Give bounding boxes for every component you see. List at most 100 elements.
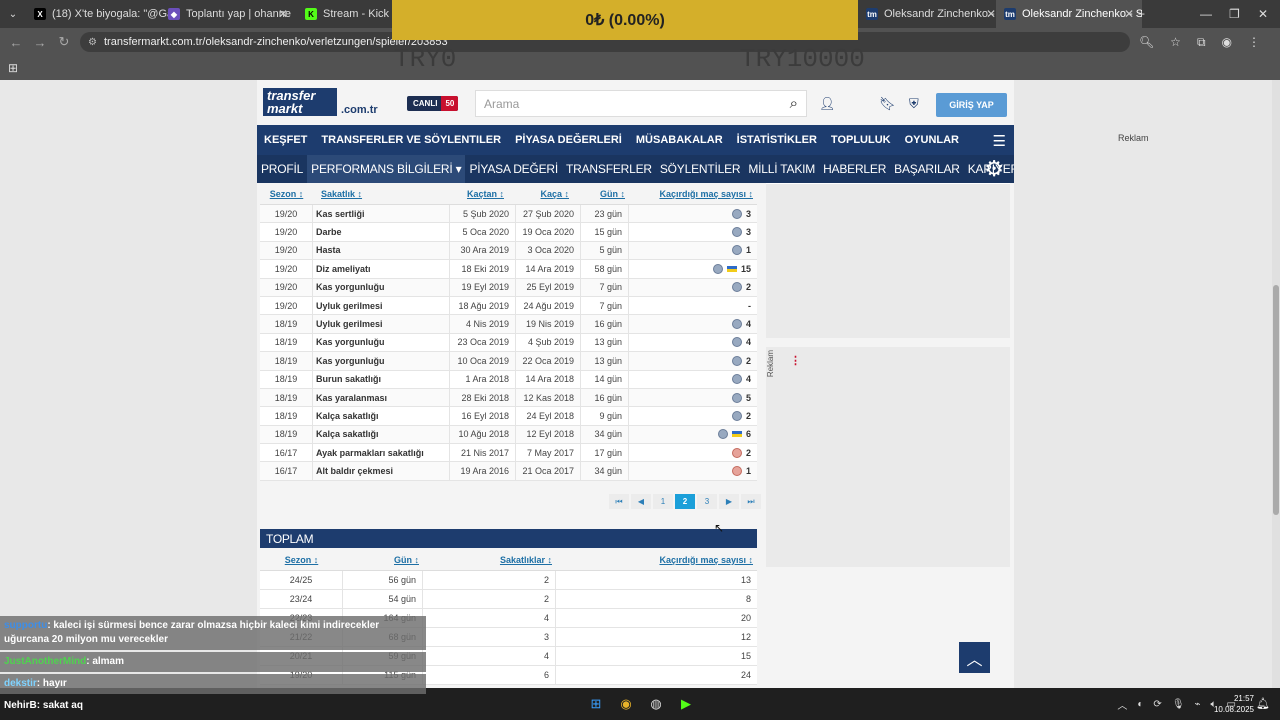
col-from[interactable]: Kaçtan ↕ (450, 183, 516, 204)
manchester-city-crest-icon[interactable] (717, 429, 728, 440)
chat-username[interactable]: NehirB (4, 700, 37, 711)
tcol-days[interactable]: Gün ↕ (343, 549, 423, 570)
main-nav-item[interactable]: MÜSABAKALAR (629, 134, 730, 146)
chat-username[interactable]: JustAnotherMind (4, 656, 86, 667)
manchester-city-crest-icon[interactable] (731, 319, 742, 330)
tcol-season[interactable]: Sezon ↕ (260, 549, 343, 570)
bookmark-icon[interactable]: 🔖︎ (879, 96, 896, 112)
ukraine-flag-icon[interactable] (731, 431, 742, 438)
manchester-city-crest-icon[interactable] (731, 355, 742, 366)
col-until[interactable]: Kaça ↕ (516, 183, 581, 204)
kick-app-icon[interactable]: ▶ (676, 694, 696, 714)
col-season[interactable]: Sezon ↕ (260, 183, 313, 204)
back-icon[interactable]: ← (4, 35, 28, 50)
new-tab-button[interactable]: + (1138, 0, 1145, 28)
browser-tab[interactable]: tm Oleksandr Zinchenko - S ✕ (996, 0, 1142, 28)
sub-nav-item[interactable]: PROFİL (257, 162, 307, 176)
manchester-city-crest-icon[interactable] (731, 227, 742, 238)
main-nav-item[interactable]: TOPLULUK (824, 134, 898, 146)
tray-sync-icon[interactable]: ⟳ (1153, 699, 1161, 710)
main-nav-item[interactable]: TRANSFERLER VE SÖYLENTILER (314, 134, 508, 146)
page-scrollbar[interactable] (1272, 80, 1280, 688)
tab-close-icon[interactable]: ✕ (278, 7, 288, 21)
sub-nav-item[interactable]: PİYASA DEĞERİ (465, 162, 562, 176)
close-window-icon[interactable]: ✕ (1258, 0, 1268, 28)
main-nav-item[interactable]: KEŞFET (257, 134, 314, 146)
live-button[interactable]: CANLI 50 (407, 96, 459, 111)
main-nav-item[interactable]: OYUNLAR (898, 134, 966, 146)
login-button[interactable]: GİRİŞ YAP (936, 93, 1007, 117)
chat-username[interactable]: supportu (4, 620, 47, 631)
page-button[interactable]: ⏮ (609, 494, 629, 509)
tray-chevron-icon[interactable]: ︿ (1117, 697, 1127, 712)
main-nav-item[interactable]: PİYASA DEĞERLERİ (508, 134, 629, 146)
manchester-city-crest-icon[interactable] (712, 263, 723, 274)
sub-nav-item[interactable]: BAŞARILAR (890, 162, 964, 176)
apps-grid-icon[interactable]: ⊞ (8, 61, 18, 75)
start-icon[interactable]: ⊞ (586, 694, 606, 714)
transfermarkt-logo[interactable]: transfer markt (263, 88, 337, 116)
ukraine-flag-icon[interactable] (726, 265, 737, 272)
minimize-icon[interactable]: — (1200, 0, 1212, 28)
manchester-city-crest-icon[interactable] (731, 337, 742, 348)
chat-username[interactable]: dekstir (4, 678, 37, 689)
tray-network-icon[interactable]: ⌁ (1195, 699, 1201, 710)
obs-icon[interactable]: ◍ (646, 694, 666, 714)
page-button[interactable]: 2 (675, 494, 695, 509)
search-icon[interactable]: ⌕ (790, 95, 798, 112)
manchester-city-crest-icon[interactable] (731, 208, 742, 219)
site-info-icon[interactable]: ⚙ (88, 37, 97, 48)
tab-close-icon[interactable]: ✕ (1124, 7, 1134, 21)
notification-icon[interactable]: 🔔︎ (1256, 697, 1270, 710)
settings-gear-icon[interactable]: ⚙ (984, 156, 1004, 182)
manchester-city-crest-icon[interactable] (731, 374, 742, 385)
scrollbar-thumb[interactable] (1273, 285, 1279, 515)
reload-icon[interactable]: ↻ (52, 34, 76, 50)
browser-tab[interactable]: ◆ Toplantı yap | ohanne ✕ (160, 0, 296, 28)
tcol-injuries[interactable]: Sakatlıklar ↕ (423, 549, 556, 570)
page-button[interactable]: ⏭ (741, 494, 761, 509)
page-button[interactable]: ◀ (631, 494, 651, 509)
bookmark-star-icon[interactable]: ☆ (1170, 35, 1181, 49)
tcol-missed[interactable]: Kaçırdığı maç sayısı ↕ (556, 549, 757, 570)
col-days[interactable]: Gün ↕ (581, 183, 629, 204)
main-nav-item[interactable]: İSTATİSTİKLER (730, 134, 824, 146)
manchester-city-crest-icon[interactable] (731, 282, 742, 293)
page-button[interactable]: 3 (697, 494, 717, 509)
tray-mic-icon[interactable]: 🎙︎ (1172, 699, 1185, 710)
forward-icon[interactable]: → (28, 35, 52, 50)
sub-nav-item[interactable]: MİLLİ TAKIM (744, 162, 819, 176)
search-input[interactable]: Arama ⌕ (475, 90, 807, 117)
menu-icon[interactable]: ⋮ (1248, 35, 1260, 49)
sub-nav-item[interactable]: PERFORMANS BİLGİLERİ ▾ (307, 155, 466, 183)
manchester-city-crest-icon[interactable] (731, 392, 742, 403)
zoom-icon[interactable]: 🔍︎ (1139, 35, 1154, 49)
sub-nav-item[interactable]: TRANSFERLER (562, 162, 656, 176)
ad-options-icon[interactable]: ⋮ (790, 354, 801, 367)
col-missed[interactable]: Kaçırdığı maç sayısı ↕ (629, 183, 757, 204)
az-alkmaar-crest-icon[interactable] (731, 447, 742, 458)
user-search-icon[interactable]: 👤︎ (819, 96, 836, 112)
manchester-city-crest-icon[interactable] (731, 410, 742, 421)
page-button[interactable]: ▶ (719, 494, 739, 509)
profile-icon[interactable]: ◉ (1222, 35, 1232, 49)
cell-injuries: 6 (423, 666, 556, 684)
tray-steam-icon[interactable]: ◐ (1137, 699, 1143, 710)
cell-season: 16/17 (260, 462, 313, 480)
tab-search-icon[interactable]: ⌄ (0, 0, 26, 28)
col-injury[interactable]: Sakatlık ↕ (313, 183, 450, 204)
sub-nav-item[interactable]: SÖYLENTİLER (656, 162, 745, 176)
chrome-icon[interactable]: ◉ (616, 694, 636, 714)
maximize-icon[interactable]: ❐ (1229, 0, 1240, 28)
page-button[interactable]: 1 (653, 494, 673, 509)
manchester-city-crest-icon[interactable] (731, 245, 742, 256)
hamburger-menu-icon[interactable]: ☰ (993, 132, 1006, 150)
shield-icon[interactable]: ⛨ (909, 96, 919, 112)
tab-close-icon[interactable]: ✕ (986, 7, 996, 21)
scroll-to-top-button[interactable]: ︿ (959, 642, 990, 673)
sub-nav-item[interactable]: HABERLER (819, 162, 890, 176)
browser-tab[interactable]: tm Oleksandr Zinchenko - A ✕ (858, 0, 1004, 28)
taskbar-clock[interactable]: 21:57 10.08.2025 (1214, 693, 1254, 715)
extensions-icon[interactable]: ⧉ (1197, 35, 1206, 50)
az-alkmaar-crest-icon[interactable] (731, 466, 742, 477)
